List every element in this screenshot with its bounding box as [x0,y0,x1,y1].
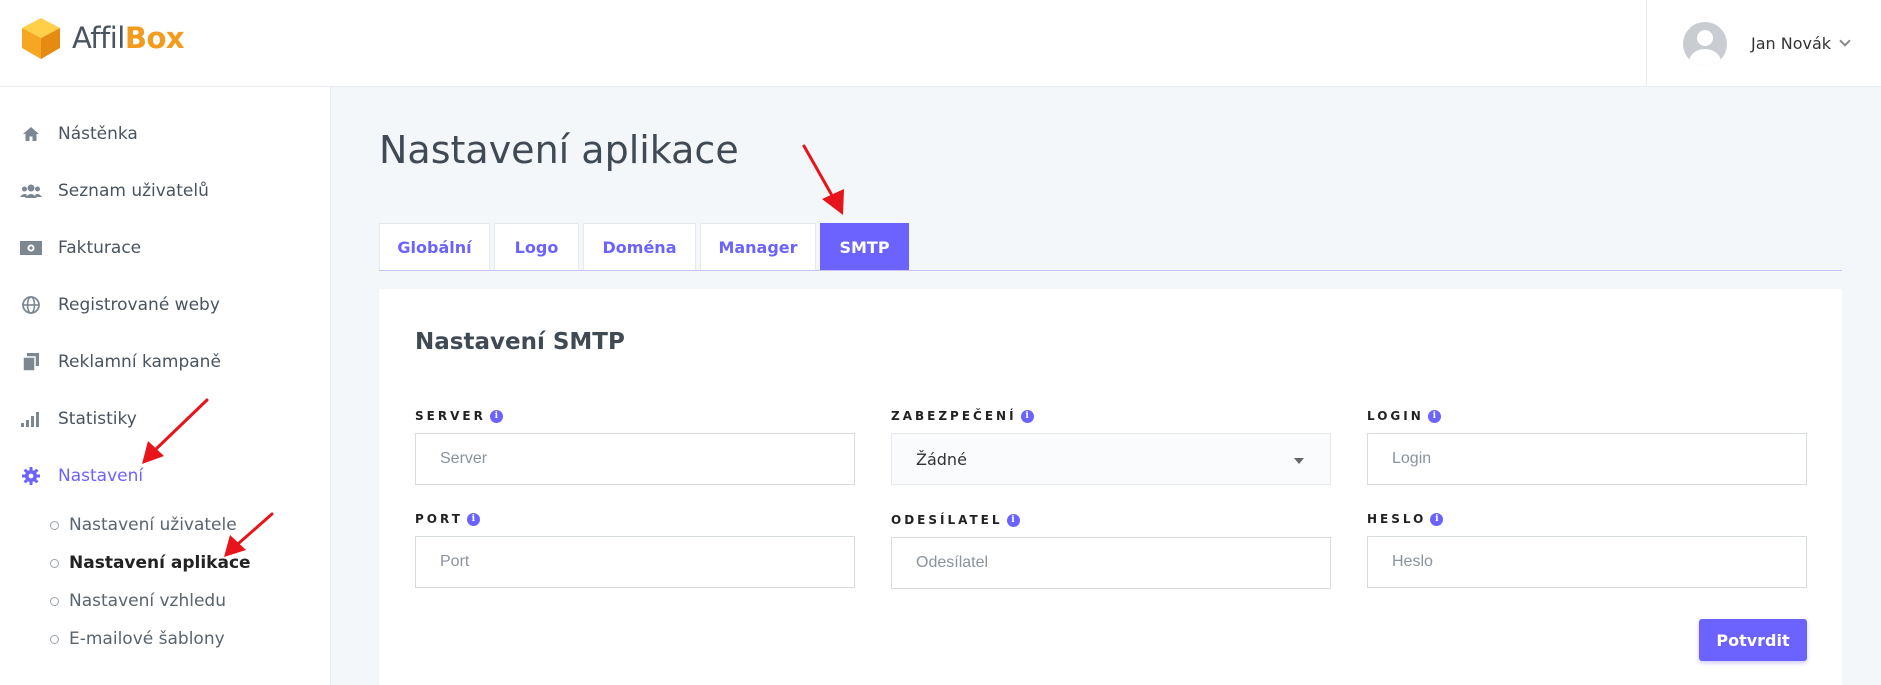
sidebar-item-billing[interactable]: Fakturace [20,238,141,258]
circle-bullet-icon [50,634,59,644]
sidebar-item-dashboard[interactable]: Nástěnka [20,124,138,144]
page-title: Nastavení aplikace [379,128,739,172]
submit-button[interactable]: Potvrdit [1699,619,1807,661]
sidebar-item-statistics[interactable]: Statistiky [20,409,137,429]
gear-icon [20,466,42,486]
signal-icon [20,409,42,429]
smtp-settings-card: Nastavení SMTP SERVER i ZABEZPEČENÍ i LO… [379,289,1842,685]
tab-manager[interactable]: Manager [700,223,816,270]
top-header: AffilBox Jan Novák [0,0,1881,87]
sender-label: ODESÍLATEL i [891,513,1020,527]
money-icon [20,238,42,258]
brand-name: AffilBox [72,21,185,55]
card-title: Nastavení SMTP [415,329,625,355]
sidebar-subitem-appearance-settings[interactable]: Nastavení vzhledu [50,591,226,611]
login-label: LOGIN i [1367,409,1441,423]
security-select[interactable]: Žádné [891,433,1331,485]
info-icon[interactable]: i [1006,513,1020,527]
copy-icon [20,352,42,372]
arrow-to-smtp-tab [802,144,836,201]
sidebar-subitem-user-settings[interactable]: Nastavení uživatele [50,515,237,535]
info-icon[interactable]: i [466,512,480,526]
info-icon[interactable]: i [1430,512,1444,526]
home-icon [20,124,42,144]
sidebar-item-users[interactable]: Seznam uživatelů [20,181,209,201]
sidebar-item-label: Fakturace [58,238,142,258]
chevron-down-icon [1839,35,1851,47]
info-icon[interactable]: i [489,409,503,423]
box-logo-icon [22,18,60,59]
brand-logo[interactable]: AffilBox [20,16,185,60]
port-input[interactable] [415,536,855,588]
password-input[interactable] [1367,536,1807,588]
sidebar-subitem-email-templates[interactable]: E-mailové šablony [50,629,225,649]
sidebar-subitem-app-settings[interactable]: Nastavení aplikace [50,553,251,573]
sidebar-item-label: Nástěnka [58,124,138,144]
sidebar: Nástěnka Seznam uživatelů Fakturace Regi… [0,87,331,685]
users-icon [20,181,42,201]
sidebar-item-campaigns[interactable]: Reklamní kampaně [20,352,221,372]
tab-logo[interactable]: Logo [494,223,579,270]
login-input[interactable] [1367,433,1807,485]
caret-down-icon [1294,458,1304,464]
tab-smtp[interactable]: SMTP [820,223,909,270]
user-name: Jan Novák [1751,34,1832,53]
sidebar-item-label: Reklamní kampaně [58,352,221,372]
sidebar-item-label: Registrované weby [58,295,220,315]
sidebar-item-websites[interactable]: Registrované weby [20,295,220,315]
user-menu[interactable]: Jan Novák [1646,0,1881,87]
sidebar-item-label: Seznam uživatelů [58,181,209,201]
info-icon[interactable]: i [1020,409,1034,423]
avatar [1683,21,1727,66]
port-label: PORT i [415,512,480,526]
settings-tabs: Globální Logo Doména Manager SMTP [379,223,1842,271]
globe-icon [20,295,42,315]
server-input[interactable] [415,433,855,485]
tab-domain[interactable]: Doména [583,223,696,270]
sidebar-item-label: Statistiky [58,409,137,429]
tab-global[interactable]: Globální [379,223,490,270]
password-label: HESLO i [1367,512,1444,526]
circle-bullet-icon [50,520,59,530]
circle-bullet-icon [50,558,59,568]
info-icon[interactable]: i [1427,409,1441,423]
server-label: SERVER i [415,409,503,423]
circle-bullet-icon [50,596,59,606]
sidebar-item-label: Nastavení [58,466,144,486]
sidebar-item-settings[interactable]: Nastavení [20,466,143,486]
security-label: ZABEZPEČENÍ i [891,409,1034,423]
sender-input[interactable] [891,537,1331,589]
